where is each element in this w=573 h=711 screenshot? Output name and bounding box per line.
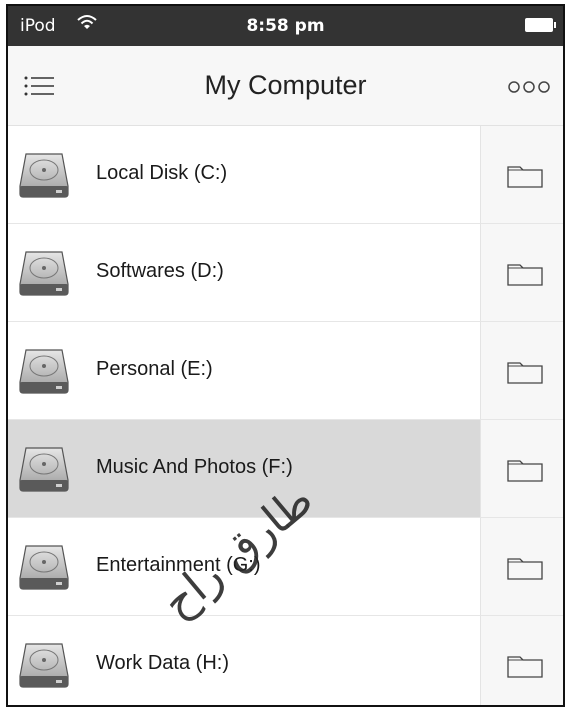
folder-icon[interactable] (507, 458, 543, 482)
drive-row-main[interactable]: Local Disk (C:) (8, 126, 480, 224)
drive-row-action[interactable] (480, 126, 563, 224)
hard-disk-icon (19, 349, 69, 394)
page-title: My Computer (204, 70, 367, 100)
drive-row[interactable]: Work Data (H:) (8, 616, 563, 705)
phone-screen: iPod 8:58 pm My Computer Local Disk (C:)… (6, 4, 565, 707)
status-time: 8:58 pm (246, 16, 325, 36)
drive-row-main[interactable]: Entertainment (G:) (8, 518, 480, 616)
drive-row-action[interactable] (480, 224, 563, 322)
drive-label: Local Disk (C:) (96, 162, 228, 184)
drive-row[interactable]: Local Disk (C:) (8, 126, 563, 224)
hard-disk-icon (19, 251, 69, 296)
drive-row-main[interactable]: Softwares (D:) (8, 224, 480, 322)
folder-icon[interactable] (507, 164, 543, 188)
drive-row-action[interactable] (480, 322, 563, 420)
drive-row-action[interactable] (480, 420, 563, 518)
drive-label: Softwares (D:) (96, 260, 224, 282)
hard-disk-icon (19, 545, 69, 590)
drive-label: Music And Photos (F:) (96, 456, 293, 478)
folder-icon[interactable] (507, 262, 543, 286)
drive-row-main[interactable]: Work Data (H:) (8, 616, 480, 705)
more-options-icon[interactable] (507, 80, 551, 94)
drive-list: Local Disk (C:) Softwares (D:) Personal … (8, 126, 563, 705)
drive-row[interactable]: Personal (E:) (8, 322, 563, 420)
battery-icon (525, 18, 556, 32)
drive-row-action[interactable] (480, 518, 563, 616)
drive-row[interactable]: Music And Photos (F:) (8, 420, 563, 518)
hard-disk-icon (19, 447, 69, 492)
drive-row-action[interactable] (480, 616, 563, 705)
drive-row-main[interactable]: Personal (E:) (8, 322, 480, 420)
status-bar: iPod 8:58 pm (8, 6, 563, 46)
drive-row[interactable]: Softwares (D:) (8, 224, 563, 322)
drive-label: Entertainment (G:) (96, 554, 261, 576)
drive-label: Personal (E:) (96, 358, 213, 380)
hard-disk-icon (19, 153, 69, 198)
hard-disk-icon (19, 643, 69, 688)
drive-row[interactable]: Entertainment (G:) (8, 518, 563, 616)
folder-icon[interactable] (507, 360, 543, 384)
folder-icon[interactable] (507, 556, 543, 580)
drive-label: Work Data (H:) (96, 652, 229, 674)
drive-row-main[interactable]: Music And Photos (F:) (8, 420, 480, 518)
navigation-bar: My Computer (8, 46, 563, 126)
folder-icon[interactable] (507, 654, 543, 678)
